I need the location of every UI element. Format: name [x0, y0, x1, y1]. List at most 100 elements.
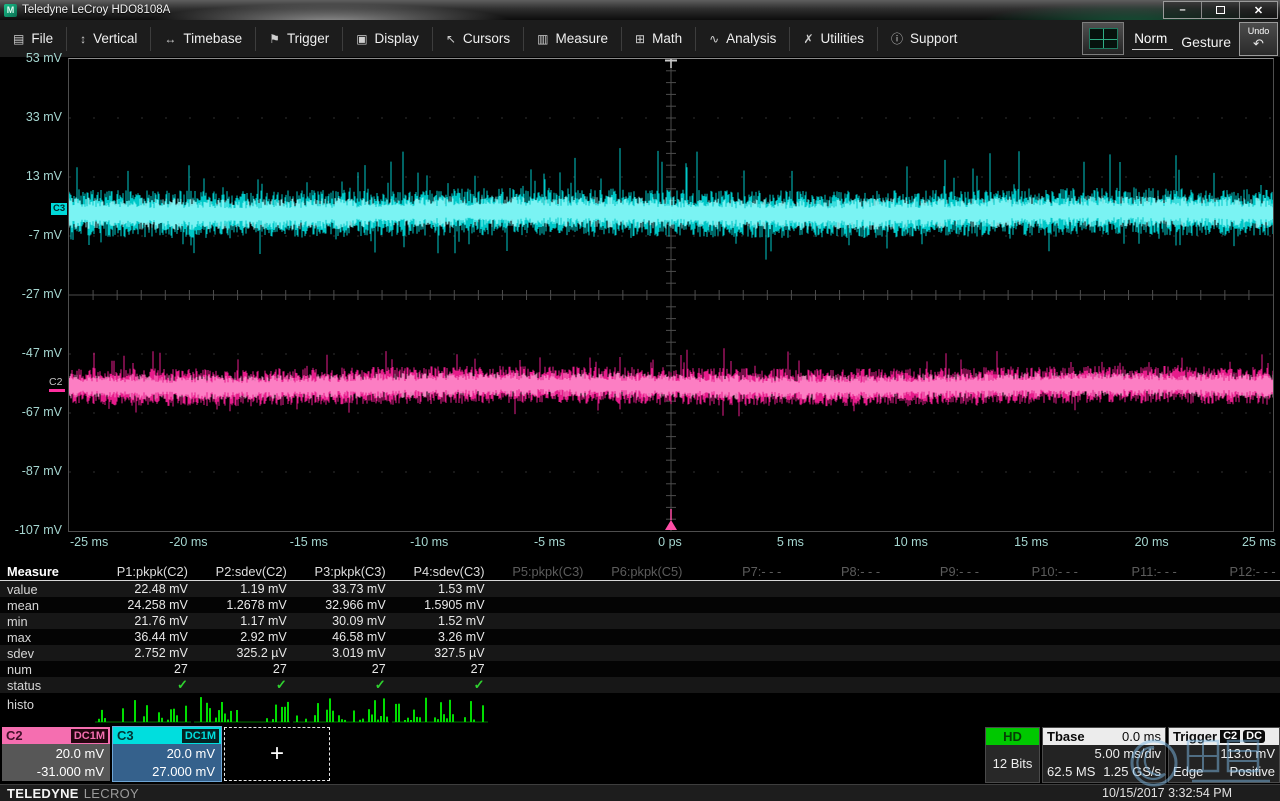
menu-item-label: Trigger — [287, 31, 329, 46]
measure-col-header-p12[interactable]: P12:- - - — [1181, 564, 1280, 579]
measure-row-mean: mean24.258 mV1.2678 mV32.966 mV1.5905 mV — [0, 597, 1280, 613]
measure-value: 21.76 mV — [93, 614, 192, 628]
measure-status: ✓ — [390, 677, 489, 693]
grid-mode-value[interactable]: Norm — [1132, 31, 1173, 50]
y-axis-label: -27 mV — [6, 286, 62, 302]
close-button[interactable]: ✕ — [1239, 2, 1277, 18]
measure-value: 46.58 mV — [291, 630, 390, 644]
x-axis-label: -25 ms — [70, 535, 108, 549]
measure-row-label: status — [0, 678, 93, 693]
histogram-sparkline-p4 — [390, 696, 490, 723]
menu-item-label: Measure — [555, 31, 608, 46]
hd-label: HD — [986, 728, 1039, 745]
x-axis-label: -10 ms — [410, 535, 448, 549]
x-axis-label: 5 ms — [777, 535, 804, 549]
menu-item-timebase[interactable]: ↔Timebase — [151, 20, 255, 57]
measure-value: 1.53 mV — [390, 582, 489, 596]
waveform-area[interactable]: 53 mV33 mV13 mV-7 mV-27 mV-47 mV-67 mV-8… — [0, 57, 1280, 560]
menu-bar: ▤File↕Vertical↔Timebase⚑Trigger▣Display↖… — [0, 20, 1280, 57]
histogram-sparkline-p1 — [93, 696, 193, 723]
measure-value: 1.52 mV — [390, 614, 489, 628]
coupling-badge: DC1M — [182, 729, 219, 743]
measure-col-header-p4[interactable]: P4:sdev(C3) — [390, 564, 489, 579]
measure-row-label: value — [0, 582, 93, 597]
timebase-box[interactable]: Tbase 0.0 ms 5.00 ms/div 62.5 MS 1.25 GS… — [1042, 727, 1166, 783]
menu-item-display[interactable]: ▣Display — [343, 20, 432, 57]
menu-item-label: Analysis — [726, 31, 776, 46]
measure-row-label: min — [0, 614, 93, 629]
measure-row-status: status✓✓✓✓ — [0, 677, 1280, 693]
undo-label: Undo — [1248, 27, 1270, 36]
datetime-display: 10/15/2017 3:32:54 PM — [1102, 786, 1232, 800]
measure-col-header-p11[interactable]: P11:- - - — [1082, 564, 1181, 579]
measure-row-label: mean — [0, 598, 93, 613]
measure-value: 33.73 mV — [291, 582, 390, 596]
menu-item-measure[interactable]: ▥Measure — [524, 20, 621, 57]
histogram-row: histo — [0, 693, 1280, 725]
measure-col-header-p6[interactable]: P6:pkpk(C5) — [587, 564, 686, 579]
menu-item-utilities[interactable]: ✗Utilities — [790, 20, 877, 57]
trigger-coupling-badge: DC — [1243, 730, 1265, 743]
menu-item-support[interactable]: ⓘSupport — [878, 20, 970, 57]
channel-descriptor-c2[interactable]: C2DC1M20.0 mV-31.000 mV — [2, 727, 110, 781]
trigger-level: 113.0 mV — [1220, 745, 1275, 763]
menu-item-trigger[interactable]: ⚑Trigger — [256, 20, 342, 57]
measure-value: 1.5905 mV — [390, 598, 489, 612]
grid-mode-button[interactable] — [1082, 22, 1124, 55]
brand-teledyne: TELEDYNE — [7, 786, 79, 801]
timebase-per-div: 5.00 ms/div — [1095, 745, 1161, 763]
measure-value: 27 — [192, 662, 291, 676]
hd-mode-box[interactable]: HD 12 Bits — [985, 727, 1040, 783]
measure-col-header-p10[interactable]: P10:- - - — [983, 564, 1082, 579]
measure-value: 325.2 µV — [192, 646, 291, 660]
y-axis-label: -7 mV — [6, 227, 62, 243]
restore-button[interactable] — [1201, 2, 1239, 18]
measure-col-header-p9[interactable]: P9:- - - — [884, 564, 983, 579]
app-logo-icon: M — [4, 4, 17, 17]
measure-value: 1.19 mV — [192, 582, 291, 596]
status-bar: TELEDYNE LECROY 10/15/2017 3:32:54 PM — [0, 784, 1280, 801]
timebase-samples: 62.5 MS — [1047, 763, 1095, 781]
measure-col-header-p8[interactable]: P8:- - - — [785, 564, 884, 579]
add-channel-button[interactable]: + — [224, 727, 330, 781]
trigger-label: Trigger — [1173, 729, 1217, 744]
undo-button[interactable]: Undo ↶ — [1239, 22, 1278, 56]
window-controls: – ✕ — [1163, 1, 1278, 19]
trace-offset-badge-c3[interactable]: C3 — [51, 203, 67, 215]
measure-col-header-p1[interactable]: P1:pkpk(C2) — [93, 564, 192, 579]
measure-value: 3.019 mV — [291, 646, 390, 660]
brand-lecroy: LECROY — [84, 786, 139, 801]
measure-status: ✓ — [291, 677, 390, 693]
measure-value: 27 — [93, 662, 192, 676]
measure-value: 2.752 mV — [93, 646, 192, 660]
trace-offset-badge-c2[interactable]: C2 — [49, 377, 65, 392]
channel-scale: 20.0 mV — [113, 745, 215, 763]
menu-item-vertical[interactable]: ↕Vertical — [67, 20, 150, 57]
graticule[interactable] — [68, 58, 1274, 532]
measure-col-header-p2[interactable]: P2:sdev(C2) — [192, 564, 291, 579]
minimize-button[interactable]: – — [1164, 2, 1201, 18]
menu-item-label: Cursors — [463, 31, 510, 46]
monitor-icon: ▣ — [356, 32, 367, 46]
channel-name: C3 — [113, 728, 134, 743]
x-axis-label: 15 ms — [1014, 535, 1048, 549]
x-axis-label: 25 ms — [1242, 535, 1276, 549]
measure-col-header-p7[interactable]: P7:- - - — [686, 564, 785, 579]
restore-icon — [1216, 6, 1225, 14]
measure-row-sdev: sdev2.752 mV325.2 µV3.019 mV327.5 µV — [0, 645, 1280, 661]
y-axis-label: 53 mV — [6, 50, 62, 66]
measure-col-header-p5[interactable]: P5:pkpk(C3) — [489, 564, 588, 579]
channel-descriptor-c3[interactable]: C3DC1M20.0 mV27.000 mV — [113, 727, 221, 781]
measure-value: 3.26 mV — [390, 630, 489, 644]
measure-col-header-p3[interactable]: P3:pkpk(C3) — [291, 564, 390, 579]
menu-item-cursors[interactable]: ↖Cursors — [433, 20, 523, 57]
measure-status: ✓ — [192, 677, 291, 693]
trigger-time-marker[interactable] — [665, 520, 677, 530]
x-axis-label: 20 ms — [1135, 535, 1169, 549]
gesture-button[interactable]: Gesture — [1181, 34, 1231, 50]
trigger-box[interactable]: Trigger C2 DC 113.0 mV Edge Positive — [1168, 727, 1280, 783]
menu-item-analysis[interactable]: ∿Analysis — [696, 20, 789, 57]
channel-scale: 20.0 mV — [2, 745, 104, 763]
menu-item-math[interactable]: ⊞Math — [622, 20, 695, 57]
x-axis-label: -20 ms — [169, 535, 207, 549]
